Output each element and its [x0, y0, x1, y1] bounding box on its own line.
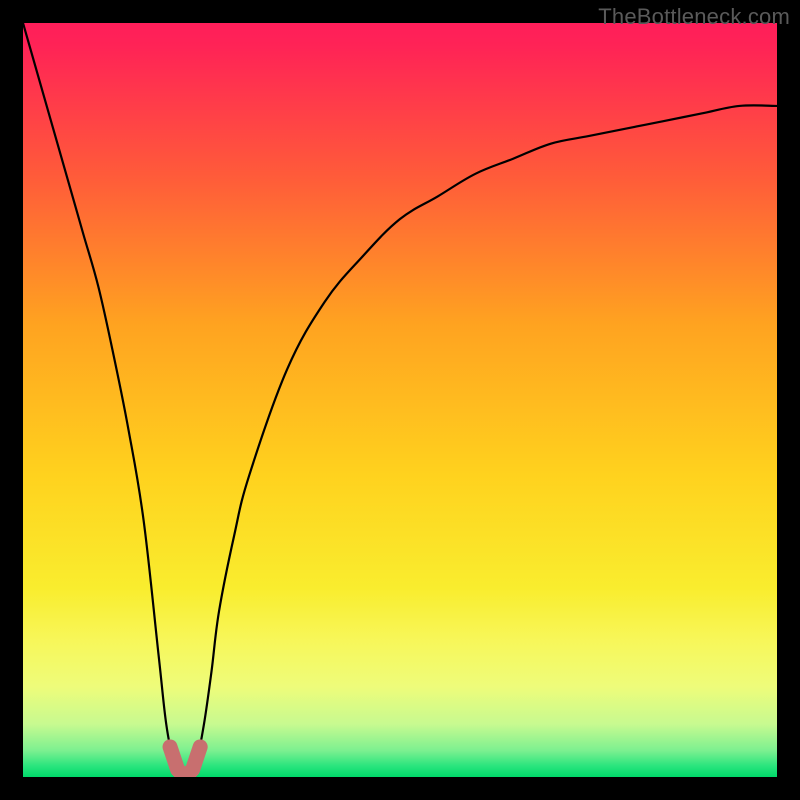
- watermark-text: TheBottleneck.com: [598, 4, 790, 30]
- curve-layer: [23, 23, 777, 777]
- optimal-marker: [170, 747, 200, 777]
- bottleneck-curve: [23, 23, 777, 777]
- chart-container: TheBottleneck.com: [0, 0, 800, 800]
- plot-area: [23, 23, 777, 777]
